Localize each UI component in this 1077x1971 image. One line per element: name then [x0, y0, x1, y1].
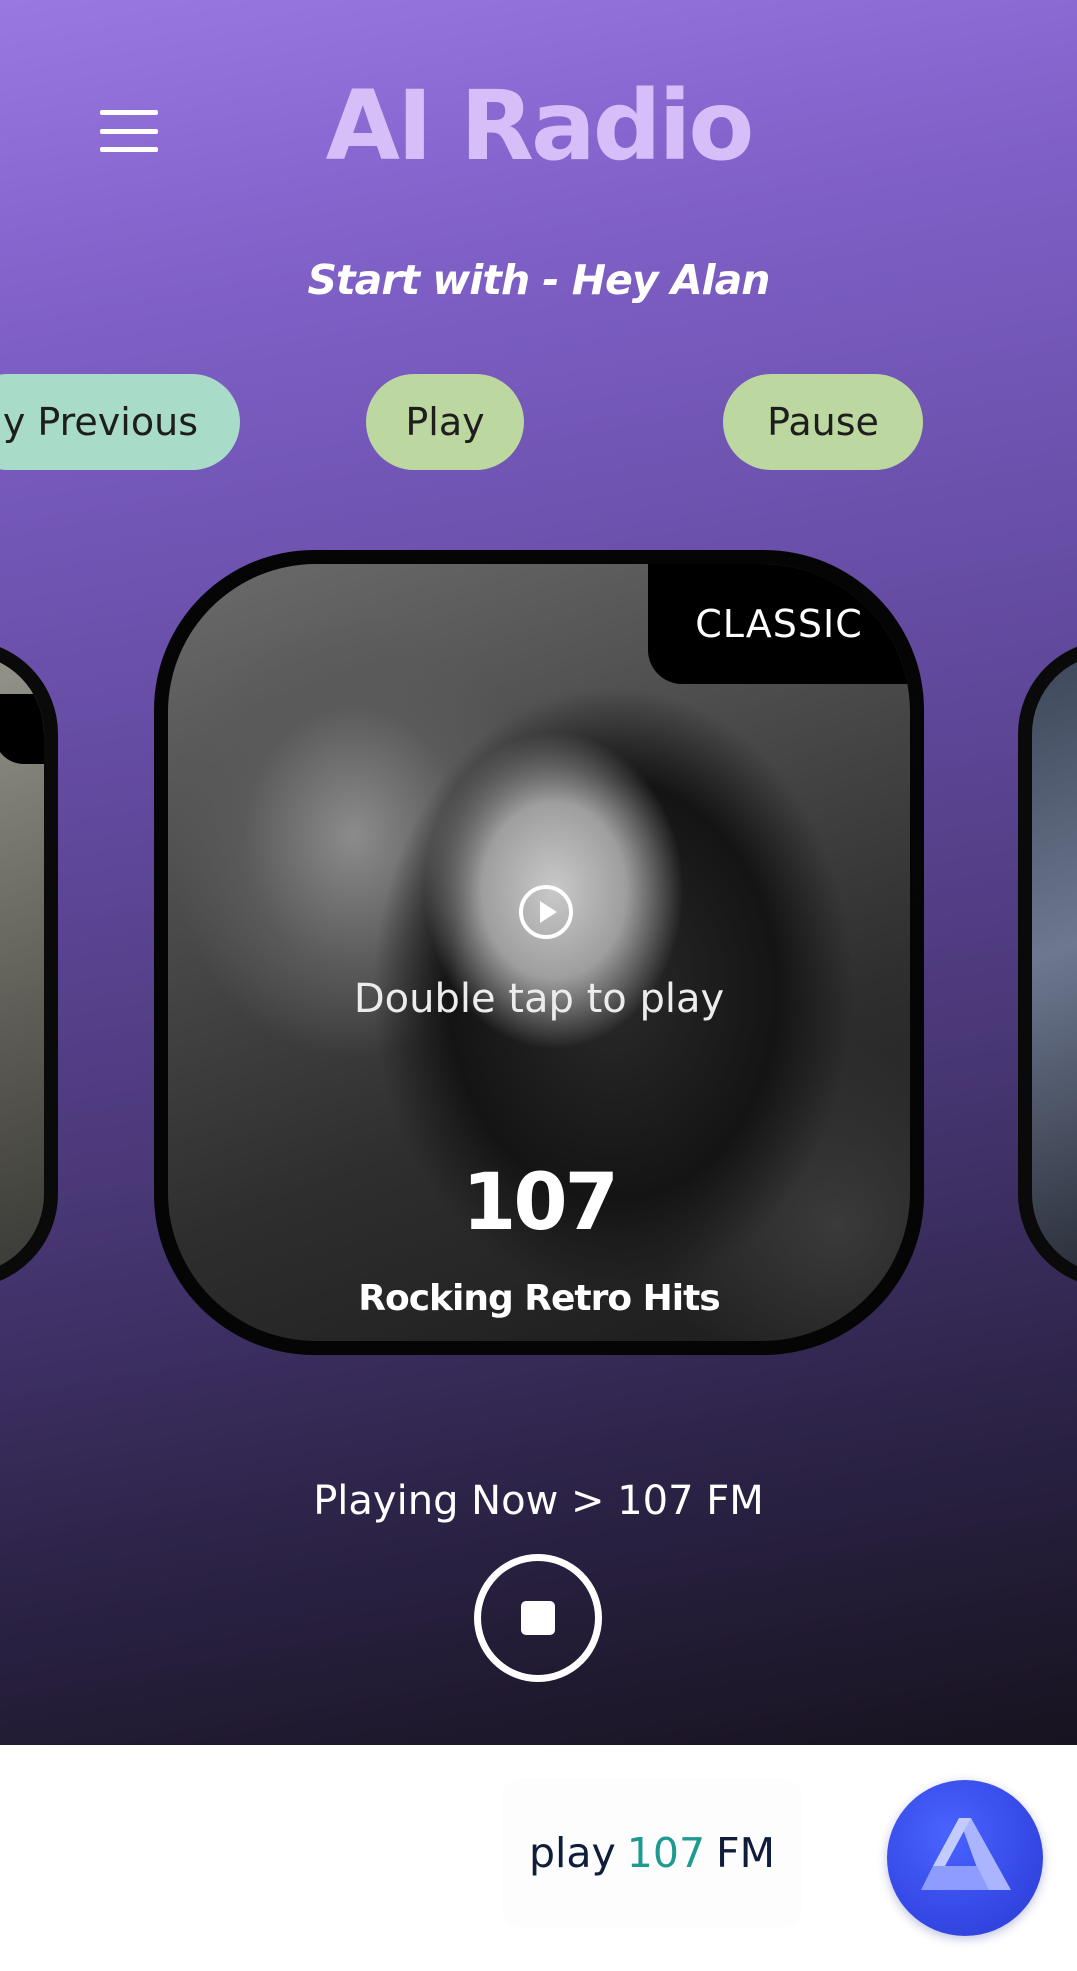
category-badge: CLASSIC	[648, 564, 910, 684]
app-screen: AI Radio Start with - Hey Alan y Previou…	[0, 0, 1077, 1745]
alan-logo-icon	[921, 1818, 1011, 1890]
voice-command-number: 107	[626, 1829, 706, 1877]
command-chip-play[interactable]: Play	[366, 374, 524, 470]
double-tap-hint: Double tap to play	[353, 976, 725, 1022]
station-card-current[interactable]: CLASSIC Double tap to play 107 Rocking R…	[154, 550, 924, 1355]
command-chip-previous[interactable]: y Previous	[0, 374, 240, 470]
station-name: Rocking Retro Hits	[358, 1278, 720, 1319]
command-chip-pause[interactable]: Pause	[723, 374, 923, 470]
station-frequency: 107	[462, 1158, 619, 1248]
voice-command-bubble: play 107 FM	[502, 1778, 802, 1928]
voice-command-suffix: FM	[716, 1829, 776, 1877]
voice-command-prefix: play	[528, 1829, 616, 1877]
stop-button[interactable]	[474, 1554, 602, 1682]
wake-word-hint: Start with - Hey Alan	[307, 256, 771, 304]
app-title: AI Radio	[325, 70, 755, 182]
now-playing-label: Playing Now > 107 FM	[313, 1478, 764, 1524]
play-circle-icon[interactable]	[518, 884, 574, 940]
station-artwork: CLASSIC Double tap to play 107 Rocking R…	[168, 564, 910, 1341]
alan-assistant-button[interactable]	[887, 1780, 1043, 1936]
station-card-previous[interactable]	[0, 640, 58, 1288]
stop-icon	[521, 1601, 555, 1635]
station-card-next[interactable]	[1018, 640, 1077, 1288]
